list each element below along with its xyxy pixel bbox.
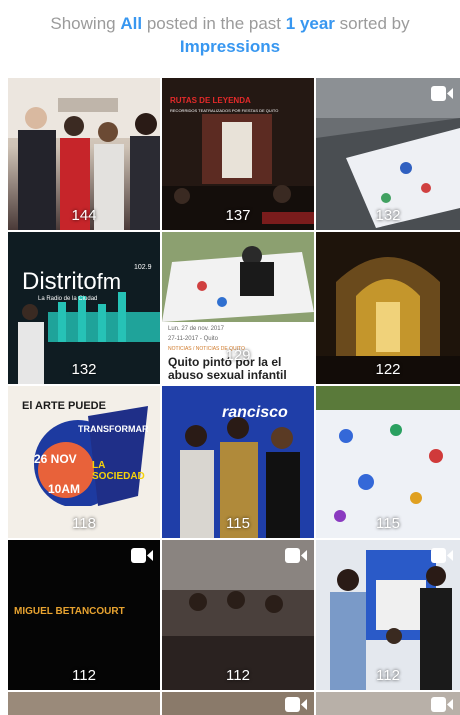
- posts-grid: 144 RUTAS DE LEYENDA RECORRIDOS TEATRALI…: [0, 0, 460, 715]
- impressions-count: 112: [376, 667, 400, 684]
- impressions-count: 129: [225, 347, 251, 364]
- article-date: Lun. 27 de nov. 2017: [168, 326, 224, 332]
- impressions-count: 132: [375, 207, 401, 224]
- impressions-count: 115: [226, 515, 250, 532]
- poster-time: 10AM: [48, 482, 81, 496]
- impressions-count: 115: [376, 515, 400, 532]
- post-tile[interactable]: 132: [316, 78, 460, 230]
- poster-line-3: LA SOCIEDAD: [92, 460, 145, 482]
- video-camera-icon: [431, 548, 453, 563]
- post-tile[interactable]: Lun. 27 de nov. 2017 27-11-2017 - Quito …: [162, 232, 314, 384]
- post-tile[interactable]: 122: [316, 232, 460, 384]
- poster-line-2: TRANSFORMAR: [78, 424, 149, 434]
- radio-frequency: 102.9: [134, 264, 152, 271]
- post-title: RUTAS DE LEYENDA: [170, 96, 251, 105]
- post-tile[interactable]: 144: [8, 78, 160, 230]
- video-title: MIGUEL BETANCOURT: [14, 606, 125, 617]
- radio-brand-suffix: fm: [96, 269, 122, 294]
- radio-tagline: La Radio de la Ciudad: [38, 296, 98, 302]
- post-tile[interactable]: 112: [162, 540, 314, 690]
- radio-brand: Distritofm: [22, 268, 160, 296]
- impressions-count: 137: [225, 207, 251, 224]
- post-tile[interactable]: 115: [316, 386, 460, 538]
- video-camera-icon: [285, 697, 307, 712]
- video-camera-icon: [431, 697, 453, 712]
- post-subtitle: RECORRIDOS TEATRALIZADOS POR FIESTAS DE …: [170, 108, 279, 113]
- impressions-count: 144: [71, 207, 97, 224]
- video-camera-icon: [131, 548, 153, 563]
- post-tile[interactable]: [8, 692, 160, 715]
- post-tile[interactable]: [162, 692, 314, 715]
- article-date-location: 27-11-2017 - Quito: [168, 336, 218, 342]
- post-tile[interactable]: Distritofm 102.9 La Radio de la Ciudad 1…: [8, 232, 160, 384]
- impressions-count: 112: [72, 667, 96, 684]
- impressions-count: 112: [226, 667, 250, 684]
- poster-line-1: El ARTE PUEDE: [22, 400, 106, 412]
- post-tile[interactable]: RUTAS DE LEYENDA RECORRIDOS TEATRALIZADO…: [162, 78, 314, 230]
- impressions-count: 122: [375, 361, 401, 378]
- radio-brand-name: Distrito: [22, 268, 97, 295]
- impressions-count: 118: [72, 515, 96, 532]
- post-tile[interactable]: El ARTE PUEDE TRANSFORMAR 26 NOV LA SOCI…: [8, 386, 160, 538]
- video-camera-icon: [431, 86, 453, 101]
- video-camera-icon: [285, 548, 307, 563]
- post-photo-painting-activity: [162, 232, 314, 322]
- banner-text: rancisco: [222, 404, 288, 421]
- post-tile[interactable]: MIGUEL BETANCOURT 112: [8, 540, 160, 690]
- post-tile[interactable]: rancisco 115: [162, 386, 314, 538]
- impressions-count: 132: [71, 361, 97, 378]
- post-tile[interactable]: [316, 692, 460, 715]
- post-tile[interactable]: 112: [316, 540, 460, 690]
